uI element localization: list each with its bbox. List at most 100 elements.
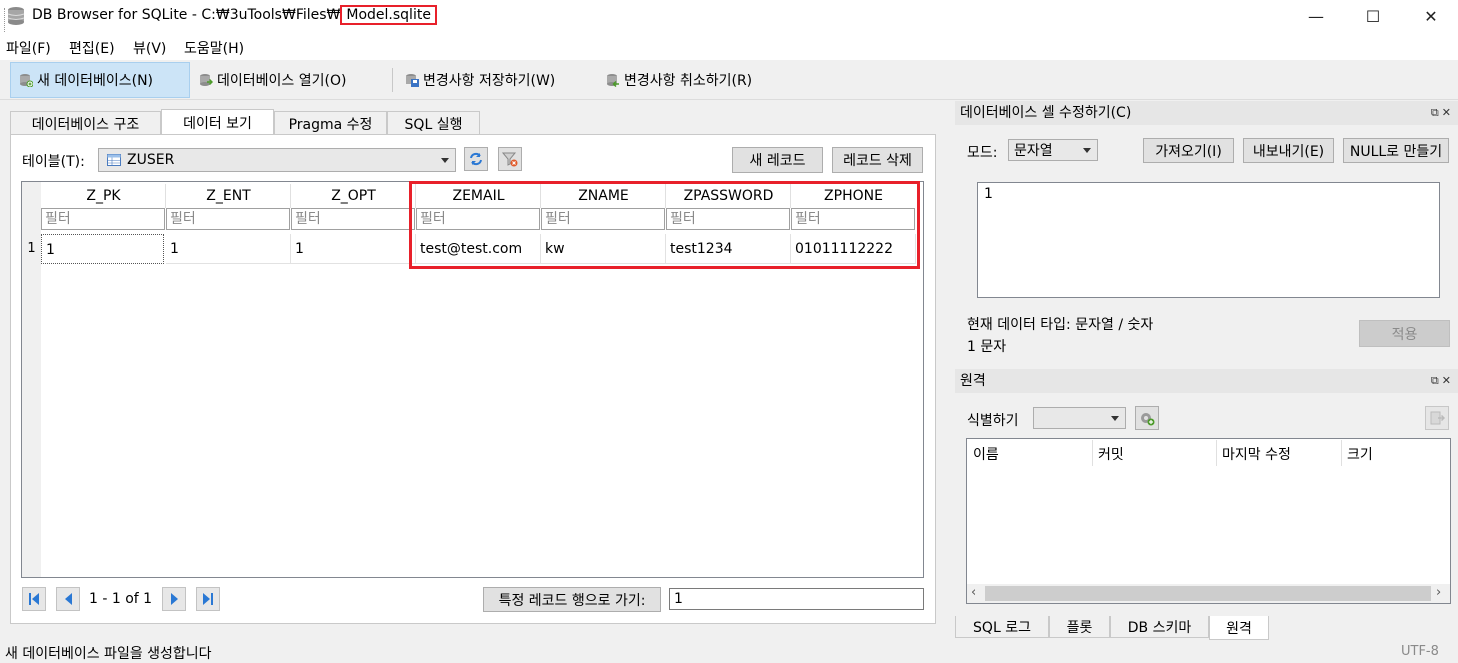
clear-filter-icon bbox=[502, 152, 518, 167]
next-record-button[interactable] bbox=[162, 587, 186, 611]
remote-file-list[interactable] bbox=[966, 438, 1451, 604]
goto-record-button[interactable]: 특정 레코드 행으로 가기: bbox=[483, 587, 661, 612]
set-null-button[interactable]: NULL로 만들기 bbox=[1343, 138, 1449, 163]
remote-column-last-modified[interactable]: 마지막 수정 bbox=[1222, 444, 1291, 464]
key-add-icon bbox=[1141, 413, 1155, 426]
table-cell-z-pk[interactable]: 1 bbox=[41, 234, 164, 264]
close-button[interactable]: ✕ bbox=[1408, 0, 1454, 32]
last-record-button[interactable] bbox=[196, 587, 220, 611]
status-bar bbox=[0, 640, 1458, 662]
clear-filters-button[interactable] bbox=[498, 147, 522, 171]
tab-remote[interactable]: 원격 bbox=[1209, 616, 1269, 640]
window-title: DB Browser for SQLite - C:₩3uTools₩Files… bbox=[32, 5, 437, 25]
first-record-button[interactable] bbox=[22, 587, 46, 611]
table-label: 테이블(T): bbox=[22, 154, 85, 170]
remote-dock-title: 원격 ⧉✕ bbox=[955, 369, 1458, 393]
maximize-button[interactable]: ☐ bbox=[1350, 0, 1396, 32]
tab-edit-pragmas[interactable]: Pragma 수정 bbox=[274, 111, 387, 135]
write-changes-button[interactable]: 변경사항 저장하기(W) bbox=[397, 62, 563, 98]
previous-record-button[interactable] bbox=[56, 587, 80, 611]
column-header-z-opt[interactable]: Z_OPT bbox=[291, 188, 416, 204]
delete-record-button[interactable]: 레코드 삭제 bbox=[832, 147, 923, 173]
table-cell-z-ent[interactable]: 1 bbox=[166, 234, 291, 264]
menu-file[interactable]: 파일(F) bbox=[6, 38, 51, 58]
refresh-button[interactable] bbox=[464, 147, 488, 171]
scrollbar-thumb[interactable] bbox=[985, 586, 1431, 601]
apply-button[interactable]: 적용 bbox=[1359, 320, 1450, 347]
remote-push-button[interactable] bbox=[1425, 406, 1449, 430]
skip-first-icon bbox=[29, 593, 39, 605]
mode-select[interactable]: 문자열 bbox=[1008, 139, 1098, 161]
tab-database-structure[interactable]: 데이터베이스 구조 bbox=[10, 111, 161, 135]
export-button[interactable]: 내보내기(E) bbox=[1243, 138, 1334, 163]
column-divider bbox=[290, 184, 291, 208]
edit-cell-dock-title: 데이터베이스 셀 수정하기(C) ⧉✕ bbox=[955, 101, 1458, 125]
cell-editor-textarea[interactable]: 1 bbox=[977, 182, 1440, 298]
mode-select-value: 문자열 bbox=[1014, 143, 1053, 159]
dock-float-close-icon[interactable]: ⧉✕ bbox=[1431, 369, 1454, 393]
dock-float-close-icon[interactable]: ⧉✕ bbox=[1431, 101, 1454, 125]
import-button[interactable]: 가져오기(I) bbox=[1143, 138, 1234, 163]
add-identity-button[interactable] bbox=[1135, 406, 1159, 430]
column-header-z-ent[interactable]: Z_ENT bbox=[166, 188, 291, 204]
revert-database-icon bbox=[607, 74, 619, 87]
filter-input-z-ent[interactable]: 필터 bbox=[166, 208, 290, 230]
window-title-file: Model.sqlite bbox=[340, 5, 437, 25]
minimize-icon: — bbox=[1308, 6, 1324, 26]
table-cell-z-opt[interactable]: 1 bbox=[291, 234, 416, 264]
skip-last-icon bbox=[203, 593, 213, 605]
menu-view[interactable]: 뷰(V) bbox=[133, 38, 166, 58]
column-divider bbox=[1216, 440, 1217, 466]
table-select[interactable]: ZUSER bbox=[98, 148, 456, 172]
remote-column-commit[interactable]: 커밋 bbox=[1098, 444, 1124, 464]
new-database-button[interactable]: 새 데이터베이스(N) bbox=[10, 62, 190, 98]
data-type-info: 현재 데이터 타입: 문자열 / 숫자 bbox=[967, 317, 1154, 333]
record-count: 1 - 1 of 1 bbox=[89, 591, 153, 607]
table-select-value: ZUSER bbox=[127, 152, 175, 168]
window-title-path: DB Browser for SQLite - C:₩3uTools₩Files… bbox=[32, 7, 341, 23]
new-database-label: 새 데이터베이스(N) bbox=[37, 73, 154, 89]
menu-help[interactable]: 도움말(H) bbox=[184, 38, 244, 58]
mode-label: 모드: bbox=[967, 145, 998, 161]
identity-select[interactable] bbox=[1033, 407, 1126, 429]
row-number[interactable]: 1 bbox=[22, 234, 41, 264]
next-icon bbox=[170, 593, 178, 605]
tab-db-schema[interactable]: DB 스키마 bbox=[1110, 616, 1209, 638]
revert-changes-button[interactable]: 변경사항 취소하기(R) bbox=[598, 62, 760, 98]
save-database-icon bbox=[406, 74, 419, 87]
chevron-down-icon bbox=[1111, 416, 1119, 421]
size-info: 1 문자 bbox=[967, 339, 1007, 355]
edit-cell-title: 데이터베이스 셀 수정하기(C) bbox=[960, 105, 1132, 121]
column-divider bbox=[1092, 440, 1093, 466]
open-database-button[interactable]: 데이터베이스 열기(O) bbox=[191, 62, 354, 98]
cell-editor-content: 1 bbox=[984, 186, 993, 202]
scroll-left-icon[interactable]: ‹ bbox=[971, 585, 976, 600]
goto-record-input[interactable]: 1 bbox=[669, 588, 924, 610]
filter-input-z-pk[interactable]: 필터 bbox=[41, 208, 165, 230]
tab-browse-data[interactable]: 데이터 보기 bbox=[161, 109, 274, 135]
push-icon bbox=[1430, 411, 1445, 425]
close-icon: ✕ bbox=[1424, 6, 1438, 26]
write-changes-label: 변경사항 저장하기(W) bbox=[423, 73, 556, 89]
column-header-z-pk[interactable]: Z_PK bbox=[41, 188, 166, 204]
scroll-right-icon[interactable]: › bbox=[1436, 585, 1441, 600]
open-database-label: 데이터베이스 열기(O) bbox=[217, 73, 347, 89]
minimize-button[interactable]: — bbox=[1293, 0, 1339, 32]
new-record-button[interactable]: 새 레코드 bbox=[732, 147, 823, 173]
remote-column-name[interactable]: 이름 bbox=[973, 444, 999, 464]
open-database-icon bbox=[200, 74, 213, 86]
refresh-icon bbox=[470, 152, 482, 166]
remote-column-size[interactable]: 크기 bbox=[1347, 444, 1373, 464]
toolbar-separator bbox=[392, 68, 393, 92]
filter-input-z-opt[interactable]: 필터 bbox=[291, 208, 415, 230]
tab-plot[interactable]: 플롯 bbox=[1049, 616, 1110, 638]
tab-execute-sql[interactable]: SQL 실행 bbox=[387, 111, 480, 135]
menu-edit[interactable]: 편집(E) bbox=[69, 38, 115, 58]
chevron-down-icon bbox=[441, 158, 449, 163]
tab-sql-log[interactable]: SQL 로그 bbox=[955, 616, 1049, 638]
toolbar-grip[interactable] bbox=[4, 8, 7, 32]
table-icon bbox=[107, 154, 121, 166]
previous-icon bbox=[64, 593, 72, 605]
highlight-annotation bbox=[409, 181, 920, 269]
database-app-icon bbox=[7, 7, 25, 25]
